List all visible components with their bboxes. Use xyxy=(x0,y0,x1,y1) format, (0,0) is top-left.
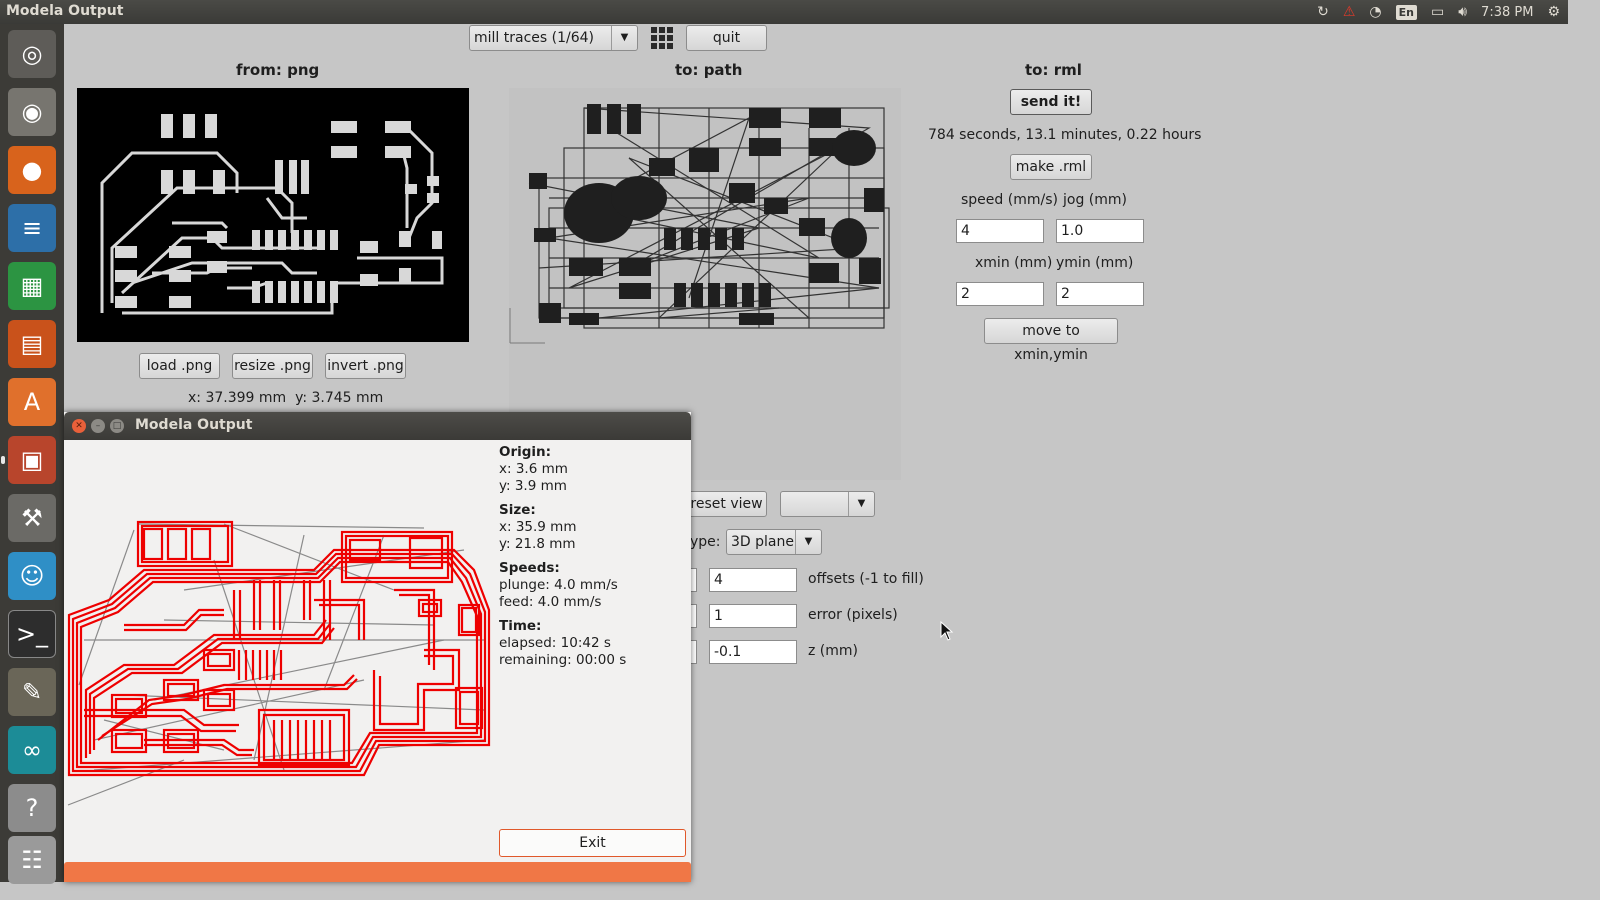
view-select[interactable]: ▼ xyxy=(780,491,875,517)
chat-icon[interactable]: ☺ xyxy=(8,552,56,600)
dialog-titlebar[interactable]: ✕ – □ Modela Output xyxy=(64,412,691,440)
minimize-icon[interactable]: – xyxy=(91,419,105,433)
maximize-icon[interactable]: □ xyxy=(110,419,124,433)
writer-icon[interactable]: ≡ xyxy=(8,204,56,252)
jog-field[interactable]: 1.0 xyxy=(1056,219,1144,243)
type-select[interactable]: 3D plane ▼ xyxy=(726,529,822,555)
sync-icon[interactable]: ↻ xyxy=(1317,4,1329,20)
ubuntu-dash-icon[interactable]: ◎ xyxy=(8,30,56,78)
launcher: ◎ ◉ ● ≡ ▦ ▤ A ▣ ⚒ ☺ >_ ✎ ∞ ? ☷ xyxy=(0,24,64,884)
arduino-icon[interactable]: ∞ xyxy=(8,726,56,774)
speeds-heading: Speeds: xyxy=(499,560,560,576)
keyboard-indicator-icon[interactable]: En xyxy=(1395,4,1417,20)
wifi-icon[interactable]: ◔ xyxy=(1369,4,1381,20)
job-info-panel: Origin: x: 3.6 mm y: 3.9 mm Size: x: 35.… xyxy=(499,444,626,676)
clock[interactable]: 7:38 PM xyxy=(1481,5,1533,20)
speed-field[interactable]: 4 xyxy=(956,219,1044,243)
chevron-down-icon: ▼ xyxy=(848,492,874,516)
z-field[interactable]: -0.1 xyxy=(709,640,797,664)
time-heading: Time: xyxy=(499,618,542,634)
feed-speed: feed: 4.0 mm/s xyxy=(499,594,602,610)
size-y: y: 21.8 mm xyxy=(499,536,576,552)
progress-bar xyxy=(64,862,691,882)
reset-view-button[interactable]: reset view xyxy=(686,491,767,517)
plunge-speed: plunge: 4.0 mm/s xyxy=(499,577,618,593)
png-preview xyxy=(77,88,469,342)
speed-label: speed (mm/s) xyxy=(961,192,1058,208)
files-icon[interactable]: ▣ xyxy=(8,436,56,484)
firefox-icon[interactable]: ● xyxy=(8,146,56,194)
ymin-field[interactable]: 2 xyxy=(1056,282,1144,306)
terminal-icon[interactable]: >_ xyxy=(8,610,56,658)
xmin-label: xmin (mm) xyxy=(975,255,1053,271)
rml-header: to: rml xyxy=(1025,61,1082,79)
path-header: to: path xyxy=(675,61,743,79)
system-tray: ↻ ⚠ ◔ En ▭ 🔊︎ 7:38 PM ⚙ xyxy=(1317,0,1560,24)
error-field[interactable]: 1 xyxy=(709,604,797,628)
resize-png-button[interactable]: resize .png xyxy=(232,353,313,379)
xmin-field[interactable]: 2 xyxy=(956,282,1044,306)
chevron-down-icon: ▼ xyxy=(611,26,637,50)
move-to-xmin-ymin-button[interactable]: move to xmin,ymin xyxy=(984,318,1118,363)
gear-icon[interactable]: ⚙ xyxy=(1547,4,1560,20)
software-center-icon[interactable]: A xyxy=(8,378,56,426)
png-header: from: png xyxy=(236,61,320,79)
load-png-button[interactable]: load .png xyxy=(139,353,220,379)
help-icon[interactable]: ? xyxy=(8,784,56,832)
cursor-coords: x: 37.399 mm y: 3.745 mm xyxy=(188,390,384,406)
time-estimate: 784 seconds, 13.1 minutes, 0.22 hours xyxy=(928,127,1202,143)
type-label: ype: xyxy=(690,534,721,550)
z-label: z (mm) xyxy=(808,643,858,659)
origin-x: x: 3.6 mm xyxy=(499,461,568,477)
dialog-title: Modela Output xyxy=(135,417,253,433)
close-icon[interactable]: ✕ xyxy=(72,419,86,433)
battery-icon[interactable]: ▭ xyxy=(1431,4,1444,20)
size-heading: Size: xyxy=(499,502,536,518)
running-indicator xyxy=(1,456,5,464)
type-select-value: 3D plane xyxy=(731,534,794,550)
offsets-label: offsets (-1 to fill) xyxy=(808,571,924,587)
grid-icon[interactable] xyxy=(650,26,674,50)
impress-icon[interactable]: ▤ xyxy=(8,320,56,368)
top-panel: Modela Output ↻ ⚠ ◔ En ▭ 🔊︎ 7:38 PM ⚙ xyxy=(0,0,1568,24)
process-select-value: mill traces (1/64) xyxy=(474,30,594,46)
calc-icon[interactable]: ▦ xyxy=(8,262,56,310)
remaining-time: remaining: 00:00 s xyxy=(499,652,627,668)
toolpath-plot xyxy=(64,440,491,860)
send-it-button[interactable]: send it! xyxy=(1010,89,1092,115)
elapsed-time: elapsed: 10:42 s xyxy=(499,635,611,651)
camera-icon[interactable]: ◉ xyxy=(8,88,56,136)
volume-icon[interactable]: 🔊︎ xyxy=(1458,4,1467,20)
jog-label: jog (mm) xyxy=(1063,192,1127,208)
gimp-icon[interactable]: ✎ xyxy=(8,668,56,716)
origin-y: y: 3.9 mm xyxy=(499,478,567,494)
process-select[interactable]: mill traces (1/64) ▼ xyxy=(469,25,638,51)
modela-output-dialog: ✕ – □ Modela Output Origin: x: 3.6 mm y:… xyxy=(64,412,691,882)
exit-button[interactable]: Exit xyxy=(499,829,686,857)
ymin-label: ymin (mm) xyxy=(1056,255,1134,271)
origin-heading: Origin: xyxy=(499,444,552,460)
error-label: error (pixels) xyxy=(808,607,898,623)
quit-button[interactable]: quit xyxy=(686,25,767,51)
settings-icon[interactable]: ⚒ xyxy=(8,494,56,542)
make-rml-button[interactable]: make .rml xyxy=(1010,154,1092,180)
window-title: Modela Output xyxy=(6,3,124,19)
size-x: x: 35.9 mm xyxy=(499,519,577,535)
invert-png-button[interactable]: invert .png xyxy=(325,353,406,379)
chevron-down-icon: ▼ xyxy=(795,530,821,554)
warning-icon[interactable]: ⚠ xyxy=(1343,4,1356,20)
offsets-field[interactable]: 4 xyxy=(709,568,797,592)
trash-icon[interactable]: ☷ xyxy=(8,836,56,884)
mouse-pointer-icon xyxy=(940,620,954,645)
